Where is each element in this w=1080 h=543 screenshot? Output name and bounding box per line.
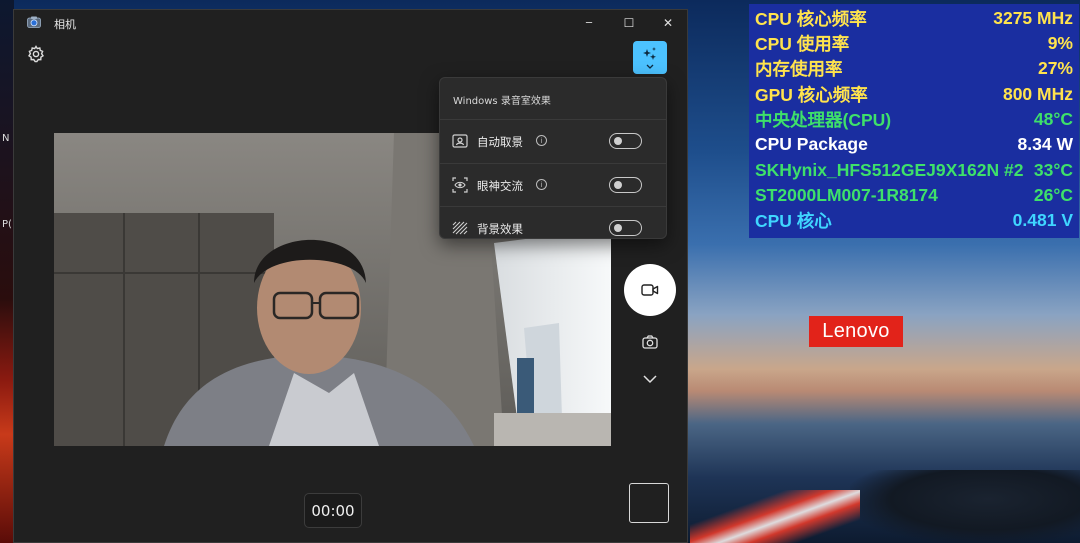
eye-contact-icon bbox=[452, 177, 468, 193]
effect-auto-framing[interactable]: 自动取景 i bbox=[440, 119, 666, 163]
minimize-button[interactable]: ─ bbox=[569, 10, 609, 36]
hw-value: 9% bbox=[1047, 33, 1073, 53]
maximize-icon: ☐ bbox=[623, 16, 635, 30]
hw-row: GPU 核心频率 800 MHz bbox=[755, 82, 1073, 107]
panel-title: Windows 录音室效果 bbox=[453, 96, 551, 107]
eye-contact-toggle[interactable] bbox=[609, 177, 642, 193]
auto-framing-toggle[interactable] bbox=[609, 133, 642, 149]
hw-row: SKHynix_HFS512GEJ9X162N #2 33°C bbox=[755, 158, 1073, 183]
hardware-monitor-overlay: CPU 核心频率 3275 MHz CPU 使用率 9% 内存使用率 27% GPU … bbox=[749, 4, 1079, 238]
record-video-button[interactable] bbox=[624, 264, 676, 316]
hw-value: 48°C bbox=[1033, 109, 1073, 129]
camera-app-icon bbox=[27, 16, 41, 28]
minimize-icon: ─ bbox=[585, 17, 593, 29]
hw-value: 0.481 V bbox=[1012, 210, 1073, 230]
hw-label: CPU Package bbox=[755, 134, 868, 154]
hw-label: ST2000LM007-1R8174 bbox=[755, 185, 938, 205]
studio-effects-panel: Windows 录音室效果 自动取景 i 眼神交流 i 背景效果 bbox=[439, 77, 667, 239]
studio-effects-button[interactable] bbox=[633, 41, 667, 74]
hw-row: CPU 使用率 9% bbox=[755, 31, 1073, 56]
toggle-knob bbox=[614, 181, 622, 189]
effect-label: 眼神交流 bbox=[477, 179, 523, 193]
hw-label: CPU 核心 bbox=[755, 211, 832, 231]
chevron-down-icon[interactable] bbox=[640, 370, 660, 388]
effect-background[interactable]: 背景效果 bbox=[440, 206, 666, 250]
settings-gear-icon[interactable] bbox=[26, 44, 46, 64]
last-capture-thumbnail[interactable] bbox=[629, 483, 669, 523]
maximize-button[interactable]: ☐ bbox=[609, 10, 649, 36]
toggle-knob bbox=[614, 137, 622, 145]
hw-label: 内存使用率 bbox=[755, 59, 843, 79]
background-effects-toggle[interactable] bbox=[609, 220, 642, 236]
wallpaper-ribbon bbox=[690, 490, 860, 543]
hw-label: CPU 使用率 bbox=[755, 34, 850, 54]
close-button[interactable]: ✕ bbox=[648, 10, 688, 36]
window-title: 相机 bbox=[54, 18, 76, 31]
photo-mode-camera-icon[interactable] bbox=[640, 332, 660, 352]
hw-row: CPU Package 8.34 W bbox=[755, 132, 1073, 157]
hw-value: 8.34 W bbox=[1017, 134, 1073, 154]
hw-row: 中央处理器(CPU) 48°C bbox=[755, 107, 1073, 132]
video-camera-icon bbox=[641, 284, 659, 296]
close-icon: ✕ bbox=[662, 16, 674, 30]
info-icon[interactable]: i bbox=[536, 179, 547, 190]
toggle-knob bbox=[614, 224, 622, 232]
lenovo-logo: Lenovo bbox=[809, 316, 903, 347]
effect-label: 背景效果 bbox=[477, 222, 523, 236]
hw-row: CPU 核心 0.481 V bbox=[755, 208, 1073, 233]
hw-label: SKHynix_HFS512GEJ9X162N #2 bbox=[755, 160, 1024, 180]
hw-row: 内存使用率 27% bbox=[755, 56, 1073, 81]
hw-value: 26°C bbox=[1033, 185, 1073, 205]
background-effects-icon bbox=[452, 221, 468, 235]
hw-row: ST2000LM007-1R8174 26°C bbox=[755, 183, 1073, 208]
auto-framing-icon bbox=[452, 134, 468, 148]
camera-window: 相机 ─ ☐ ✕ Windows 录音室效果 自动取景 i 眼神交流 i 背景效… bbox=[13, 9, 688, 543]
desktop-icon-label[interactable]: N bbox=[2, 133, 9, 144]
sparkle-effects-icon bbox=[643, 47, 656, 69]
hw-value: 33°C bbox=[1033, 160, 1073, 180]
wallpaper-rocks bbox=[850, 470, 1080, 543]
hw-label: CPU 核心频率 bbox=[755, 9, 867, 29]
info-icon[interactable]: i bbox=[536, 135, 547, 146]
recording-timer: 00:00 bbox=[304, 493, 362, 528]
hw-label: 中央处理器(CPU) bbox=[755, 110, 892, 130]
hw-row: CPU 核心频率 3275 MHz bbox=[755, 6, 1073, 31]
effect-eye-contact[interactable]: 眼神交流 i bbox=[440, 163, 666, 207]
desktop-left-edge: N P( bbox=[0, 0, 14, 543]
hw-value: 800 MHz bbox=[1002, 84, 1073, 104]
effect-label: 自动取景 bbox=[477, 135, 523, 149]
hw-value: 3275 MHz bbox=[993, 8, 1073, 28]
hw-label: GPU 核心频率 bbox=[755, 85, 868, 105]
hw-value: 27% bbox=[1037, 58, 1073, 78]
title-bar[interactable]: 相机 ─ ☐ ✕ bbox=[14, 10, 687, 36]
desktop-icon-label[interactable]: P( bbox=[2, 219, 12, 230]
